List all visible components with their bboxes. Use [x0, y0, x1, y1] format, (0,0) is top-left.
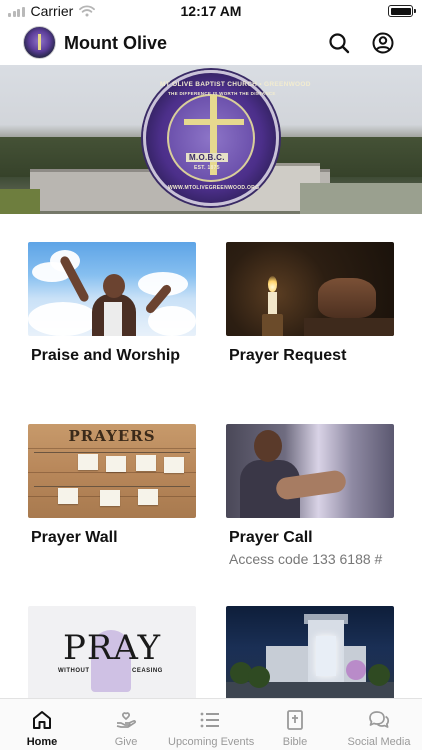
tile-label: Prayer Request — [229, 347, 347, 364]
home-icon — [33, 711, 51, 729]
pray-without-ceasing-image: PRAY WITHOUT CEASING — [28, 606, 196, 700]
app-header: Mount Olive — [0, 24, 422, 64]
nav-upcoming-events[interactable]: Upcoming Events — [168, 699, 255, 750]
seal-initials: M.O.B.C. — [186, 153, 228, 162]
nav-label: Upcoming Events — [168, 736, 255, 748]
app-title: Mount Olive — [64, 33, 167, 53]
seal-url: WWW.MTOLIVEGREENWOOD.ORG — [168, 185, 260, 191]
search-icon[interactable] — [327, 31, 351, 55]
tile-praise-and-worship[interactable]: Praise and Worship — [28, 242, 196, 365]
banner-parking-lot — [300, 183, 422, 214]
seal-est: EST. 1875 — [194, 165, 220, 171]
list-icon — [200, 712, 219, 728]
church-banner: MT OLIVE BAPTIST CHURCH • GREENWOOD THE … — [0, 65, 422, 214]
seal-motto: THE DIFFERENCE IS WORTH THE DISTANCE — [168, 91, 276, 96]
nav-bible[interactable]: Bible — [253, 699, 337, 750]
tile-church-building[interactable] — [226, 606, 394, 700]
praise-worship-image — [28, 242, 196, 336]
church-logo-avatar[interactable] — [23, 26, 56, 59]
tile-prayer-request[interactable]: Prayer Request — [226, 242, 394, 365]
prayer-wall-image-text: PRAYERS — [68, 427, 156, 445]
prayer-request-image — [226, 242, 394, 336]
tile-subtitle: Access code 133 6188 # — [229, 551, 383, 567]
nav-label: Bible — [282, 736, 308, 748]
bottom-nav: Home Give Upcoming Events Bible Social M… — [0, 698, 422, 750]
banner-grass — [0, 189, 40, 214]
seal-cross-icon — [210, 95, 217, 175]
tile-prayer-call[interactable]: Prayer Call Access code 133 6188 # — [226, 424, 394, 567]
seal-top-text: MT OLIVE BAPTIST CHURCH • GREENWOOD — [160, 81, 311, 88]
church-building-image — [226, 606, 394, 700]
nav-label: Give — [114, 736, 138, 748]
nav-home[interactable]: Home — [0, 699, 84, 750]
seal-cross-bar — [184, 119, 244, 125]
bible-icon — [287, 710, 303, 730]
church-seal-logo: MT OLIVE BAPTIST CHURCH • GREENWOOD THE … — [143, 70, 310, 206]
prayer-wall-image: PRAYERS — [28, 424, 196, 518]
nav-label: Social Media — [347, 736, 411, 748]
chat-bubbles-icon — [369, 711, 390, 728]
pray-image-text: PRAY — [62, 628, 162, 668]
nav-social-media[interactable]: Social Media — [337, 699, 421, 750]
battery-icon — [388, 5, 416, 17]
tile-prayer-wall[interactable]: PRAYERS Prayer Wall — [28, 424, 196, 547]
prayer-call-image — [226, 424, 394, 518]
pray-image-sub-right: CEASING — [132, 668, 163, 674]
tile-label: Prayer Call — [229, 529, 313, 546]
pray-image-sub-left: WITHOUT — [58, 668, 90, 674]
nav-give[interactable]: Give — [84, 699, 168, 750]
tile-label: Praise and Worship — [31, 347, 181, 364]
tile-label: Prayer Wall — [31, 529, 118, 546]
status-bar: Carrier 12:17 AM — [0, 0, 422, 24]
give-hand-heart-icon — [116, 712, 136, 728]
tile-pray-without-ceasing[interactable]: PRAY WITHOUT CEASING — [28, 606, 196, 700]
status-time: 12:17 AM — [180, 3, 242, 19]
nav-label: Home — [26, 736, 58, 748]
account-icon[interactable] — [371, 31, 395, 55]
